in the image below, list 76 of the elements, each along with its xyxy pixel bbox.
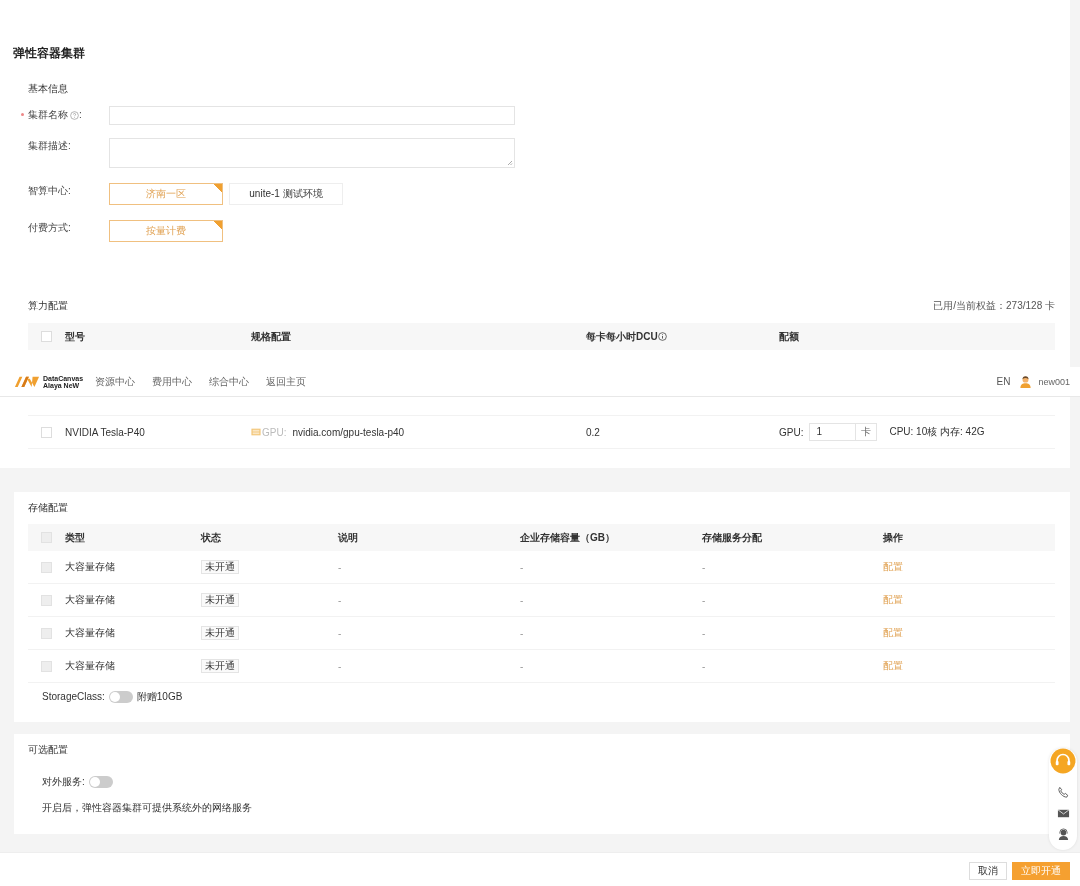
table-cell: - bbox=[702, 561, 706, 573]
status-tag: 未开通 bbox=[201, 560, 239, 574]
table-cell: - bbox=[338, 627, 342, 639]
option-button[interactable]: unite-1 测试环境 bbox=[229, 183, 343, 205]
quota-label: GPU: bbox=[779, 426, 804, 438]
status-tag: 未开通 bbox=[201, 593, 239, 607]
table-cell: NVIDIA Tesla-P40 bbox=[65, 426, 145, 438]
column-header: 操作 bbox=[883, 530, 903, 545]
chip-icon bbox=[251, 428, 261, 436]
note-text: 附赠10GB bbox=[136, 690, 183, 704]
field-label: 集群名称 bbox=[28, 108, 68, 122]
field-label: 智算中心: bbox=[28, 184, 71, 198]
section-heading: 存储配置 bbox=[28, 501, 69, 515]
quantity-input[interactable]: 1 卡 bbox=[809, 423, 878, 441]
table-cell: - bbox=[338, 561, 342, 573]
column-header: 类型 bbox=[65, 530, 85, 545]
column-header: 规格配置 bbox=[251, 329, 291, 344]
field-label: 付费方式: bbox=[28, 221, 71, 235]
checkbox[interactable] bbox=[41, 426, 52, 438]
name-input[interactable] bbox=[109, 106, 515, 125]
description-textarea[interactable] bbox=[109, 138, 515, 168]
table-cell: - bbox=[702, 594, 706, 606]
page-title: 弹性容器集群 bbox=[13, 45, 86, 61]
logo-icon[interactable] bbox=[14, 375, 40, 388]
column-header: 配额 bbox=[779, 329, 799, 344]
column-header: 型号 bbox=[65, 329, 85, 344]
table-cell: 大容量存储 bbox=[65, 659, 115, 673]
support-agent-icon[interactable] bbox=[1056, 828, 1070, 841]
mail-icon[interactable] bbox=[1056, 807, 1070, 820]
label-colon: : bbox=[79, 108, 82, 122]
status-tag: 未开通 bbox=[201, 626, 239, 640]
section-heading: 基本信息 bbox=[28, 82, 69, 96]
language-link[interactable]: EN bbox=[996, 376, 1011, 387]
help-text: 开启后，弹性容器集群可提供系统外的网络服务 bbox=[41, 801, 253, 815]
toggle-switch[interactable] bbox=[108, 691, 133, 703]
cancel-button[interactable]: 取消 bbox=[969, 862, 1007, 880]
nav-link[interactable]: 返回主页 bbox=[266, 374, 306, 389]
info-icon[interactable] bbox=[657, 332, 667, 341]
table-cell: 大容量存储 bbox=[65, 593, 115, 607]
section-heading: 可选配置 bbox=[28, 743, 69, 757]
table-cell: - bbox=[520, 660, 524, 672]
nav-link[interactable]: 资源中心 bbox=[95, 374, 135, 389]
spec-label: GPU: bbox=[262, 426, 287, 438]
section-heading: 算力配置 bbox=[28, 299, 68, 313]
resource-text: CPU: 10核 内存: 42G bbox=[889, 425, 985, 439]
field-label: StorageClass: bbox=[42, 690, 105, 704]
column-header: 企业存储容量（GB） bbox=[520, 530, 615, 545]
column-header: 每卡每小时DCU bbox=[586, 329, 658, 344]
table-cell: - bbox=[520, 594, 524, 606]
user-name[interactable]: new001 bbox=[1038, 376, 1070, 387]
column-header: 状态 bbox=[201, 530, 221, 545]
phone-icon[interactable] bbox=[1056, 786, 1070, 799]
checkbox[interactable] bbox=[41, 331, 52, 342]
table-cell: - bbox=[338, 660, 342, 672]
table-cell: nvidia.com/gpu-tesla-p40 bbox=[292, 426, 405, 438]
toggle-switch[interactable] bbox=[88, 776, 113, 788]
field-label: 对外服务: bbox=[42, 775, 85, 789]
table-cell: 大容量存储 bbox=[65, 560, 115, 574]
headset-icon[interactable] bbox=[1050, 748, 1076, 774]
table-cell: 0.2 bbox=[586, 426, 600, 438]
field-label: 集群描述: bbox=[28, 139, 71, 153]
user-avatar-icon[interactable] bbox=[1019, 375, 1033, 388]
nav-link[interactable]: 综合中心 bbox=[209, 374, 249, 389]
quota-text: 已用/当前权益：273/128 卡 bbox=[933, 299, 1055, 313]
table-cell: - bbox=[702, 627, 706, 639]
column-header: 说明 bbox=[338, 530, 358, 545]
table-cell: - bbox=[520, 627, 524, 639]
resize-grip-icon[interactable] bbox=[507, 160, 513, 166]
table-cell: 大容量存储 bbox=[65, 626, 115, 640]
column-header: 存储服务分配 bbox=[702, 530, 762, 545]
table-cell: - bbox=[338, 594, 342, 606]
table-cell: - bbox=[520, 561, 524, 573]
help-icon[interactable] bbox=[70, 110, 79, 120]
status-tag: 未开通 bbox=[201, 659, 239, 673]
table-cell: - bbox=[702, 660, 706, 672]
nav-link[interactable]: 费用中心 bbox=[152, 374, 192, 389]
